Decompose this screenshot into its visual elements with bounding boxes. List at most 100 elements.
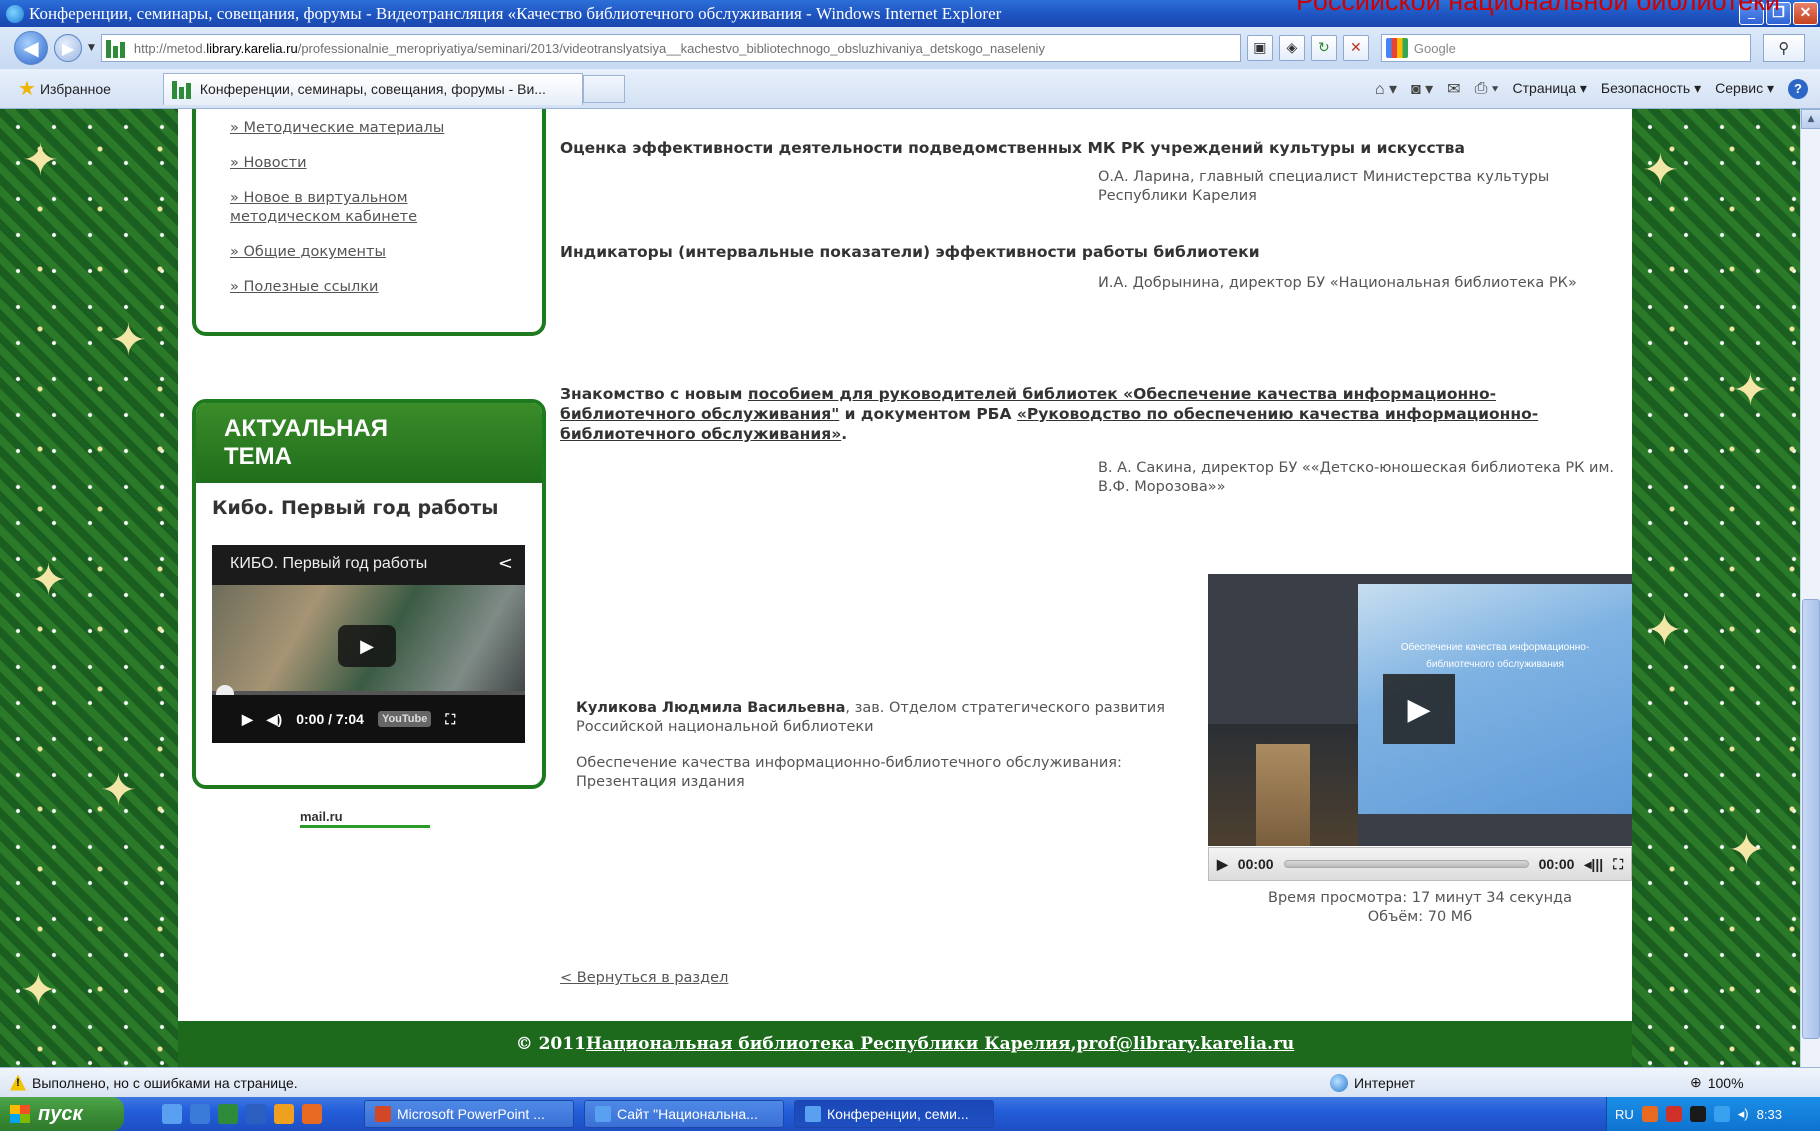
security-menu[interactable]: Безопасность ▾	[1601, 80, 1701, 97]
youtube-logo[interactable]: YouTube	[377, 711, 432, 727]
fullscreen-icon[interactable]: ⛶	[445, 711, 455, 728]
page-viewport: ✦ ✦ ✦ ✦ ✦ ✦ ✦ ✦ ✦ » Методические материа…	[0, 109, 1800, 1067]
status-bar: ! Выполнено, но с ошибками на странице. …	[0, 1067, 1820, 1097]
tray-app-icon[interactable]	[1641, 1106, 1658, 1122]
scroll-up-icon[interactable]: ▲	[1801, 109, 1820, 129]
item-title-with-links: Знакомство с новым пособием для руководи…	[560, 384, 1580, 444]
close-button[interactable]: ✕	[1793, 2, 1818, 25]
fullscreen-icon[interactable]: ⛶	[1613, 856, 1623, 873]
sidebar-menu: » Методические материалы » Новости » Нов…	[192, 109, 546, 336]
item-middle: и документом РБА	[839, 405, 1017, 423]
item-title: Индикаторы (интервальные показатели) эфф…	[560, 243, 1260, 261]
warning-icon[interactable]: !	[10, 1074, 26, 1091]
language-indicator[interactable]: RU	[1615, 1107, 1634, 1122]
vertical-scrollbar[interactable]: ▲	[1800, 109, 1820, 1067]
outlook-icon[interactable]	[274, 1104, 294, 1124]
topic-heading-line1: АКТУАЛЬНАЯ	[224, 415, 388, 442]
clock[interactable]: 8:33	[1757, 1107, 1782, 1122]
sidebar-item-label[interactable]: » Методические материалы	[230, 120, 444, 136]
scrollbar-thumb[interactable]	[1802, 599, 1820, 1039]
help-icon[interactable]: ?	[1788, 78, 1808, 99]
mailru-counter[interactable]: mail.ru	[300, 809, 430, 828]
stop-icon[interactable]: ✕	[1342, 35, 1369, 61]
footer-email-link[interactable]: prof@library.karelia.ru	[1076, 1034, 1294, 1054]
windows-taskbar: пуск Microsoft PowerPoint ... Сайт "Наци…	[0, 1097, 1820, 1131]
sidebar-item-virtual-cabinet[interactable]: » Новое в виртуальном методическом кабин…	[230, 189, 450, 227]
tray-app-icon[interactable]	[1713, 1106, 1730, 1122]
google-icon	[1385, 38, 1408, 58]
favorites-button[interactable]: Избранное	[40, 81, 111, 97]
sidebar-item-label[interactable]: » Новое в виртуальном методическом кабин…	[230, 190, 417, 225]
page-menu[interactable]: Страница ▾	[1513, 80, 1587, 97]
tray-app-icon[interactable]	[1665, 1106, 1682, 1122]
ie-quicklaunch-icon[interactable]	[162, 1104, 182, 1124]
volume-icon[interactable]: ◀)	[267, 711, 282, 728]
system-tray: RU ◂) 8:33	[1606, 1097, 1820, 1131]
youtube-title[interactable]: КИБО. Первый год работы	[212, 545, 525, 585]
footer-org-link[interactable]: Национальная библиотека Республики Карел…	[586, 1034, 1071, 1054]
ornament-star-icon: ✦	[30, 555, 67, 606]
task-site[interactable]: Сайт "Национальна...	[584, 1100, 784, 1128]
back-to-section-link[interactable]: < Вернуться в раздел	[560, 970, 728, 986]
ornament-star-icon: ✦	[1646, 605, 1683, 656]
tab-favicon-icon	[171, 79, 194, 99]
video-slide-line: Обеспечение качества информационно-	[1400, 642, 1590, 653]
compatibility-view-icon[interactable]: ▣	[1246, 35, 1273, 61]
youtube-controls: ▶ ◀) 0:00 / 7:04 YouTube ⛶	[212, 695, 525, 743]
zone-label: Интернет	[1354, 1074, 1416, 1091]
new-tab-button[interactable]	[582, 74, 625, 103]
search-input[interactable]: Google	[1380, 34, 1751, 62]
task-powerpoint[interactable]: Microsoft PowerPoint ...	[364, 1100, 574, 1128]
volume-icon[interactable]: ◂|||	[1584, 856, 1603, 873]
play-icon[interactable]: ▶	[242, 711, 253, 728]
youtube-play-button[interactable]: ▶	[338, 625, 396, 667]
overlay-caption: Российской национальной библиотеки	[1296, 0, 1780, 16]
command-bar: ⌂ ▾ ◙ ▾ ✉ ⎙ ▾ Страница ▾ Безопасность ▾ …	[1375, 78, 1820, 99]
firefox-icon[interactable]	[302, 1104, 322, 1124]
feeds-icon[interactable]: ◙ ▾	[1411, 79, 1433, 99]
service-menu[interactable]: Сервис ▾	[1715, 80, 1774, 97]
share-icon[interactable]: <	[498, 553, 513, 574]
sidebar-item-documents[interactable]: » Общие документы	[230, 243, 542, 262]
excel-icon[interactable]	[218, 1104, 238, 1124]
speaker-icon[interactable]: ◂)	[1738, 1106, 1749, 1122]
security-zone[interactable]: Интернет	[1330, 1073, 1416, 1092]
home-icon[interactable]: ⌂ ▾	[1375, 79, 1397, 99]
start-button[interactable]: пуск	[0, 1097, 124, 1131]
url-host: library.karelia.ru	[206, 40, 298, 56]
sidebar-item-label[interactable]: » Общие документы	[230, 244, 386, 260]
url-input[interactable]: http://metod. library.karelia.ru/professi…	[100, 34, 1241, 62]
sidebar-item-label[interactable]: » Новости	[230, 155, 307, 171]
task-label: Сайт "Национальна...	[617, 1106, 758, 1122]
rss-icon[interactable]: ◈	[1278, 35, 1305, 61]
play-icon[interactable]: ▶	[1217, 856, 1228, 873]
status-message[interactable]: Выполнено, но с ошибками на странице.	[32, 1075, 298, 1091]
footer-copyright: © 2011	[515, 1034, 586, 1054]
favorites-star-icon[interactable]: ★	[18, 76, 36, 101]
refresh-icon[interactable]: ↻	[1310, 35, 1337, 61]
search-button[interactable]: ⚲	[1762, 34, 1805, 62]
quick-launch	[162, 1104, 322, 1124]
word-icon[interactable]	[246, 1104, 266, 1124]
tab-current[interactable]: Конференции, семинары, совещания, форумы…	[162, 72, 583, 105]
back-button[interactable]: ◀	[14, 31, 48, 65]
tray-app-icon[interactable]	[1689, 1106, 1706, 1122]
sidebar-item-links[interactable]: » Полезные ссылки	[230, 278, 542, 297]
video-play-button[interactable]: ▶	[1383, 674, 1455, 744]
zoom-control[interactable]: ⊕ 100%	[1690, 1074, 1744, 1091]
topic-title: Кибо. Первый год работы	[212, 497, 499, 519]
video-player[interactable]: Обеспечение качества информационно- библ…	[1208, 574, 1632, 846]
task-conferences[interactable]: Конференции, семи...	[794, 1100, 994, 1128]
history-dropdown-icon[interactable]: ▼	[88, 43, 95, 53]
ie-quicklaunch-icon[interactable]	[190, 1104, 210, 1124]
sidebar-item-label[interactable]: » Полезные ссылки	[230, 279, 378, 295]
sidebar-item-methodical[interactable]: » Методические материалы	[230, 119, 542, 138]
sidebar-item-news[interactable]: » Новости	[230, 154, 542, 173]
youtube-player[interactable]: КИБО. Первый год работы < ▶ ▶ ◀) 0:00 / …	[212, 545, 525, 743]
start-label: пуск	[38, 1102, 83, 1125]
mail-icon[interactable]: ✉	[1447, 79, 1460, 99]
print-icon[interactable]: ⎙ ▾	[1475, 80, 1499, 98]
video-seek-bar[interactable]	[1283, 860, 1529, 868]
window-title: Конференции, семинары, совещания, форумы…	[29, 3, 1002, 23]
forward-button[interactable]: ▶	[54, 34, 82, 62]
